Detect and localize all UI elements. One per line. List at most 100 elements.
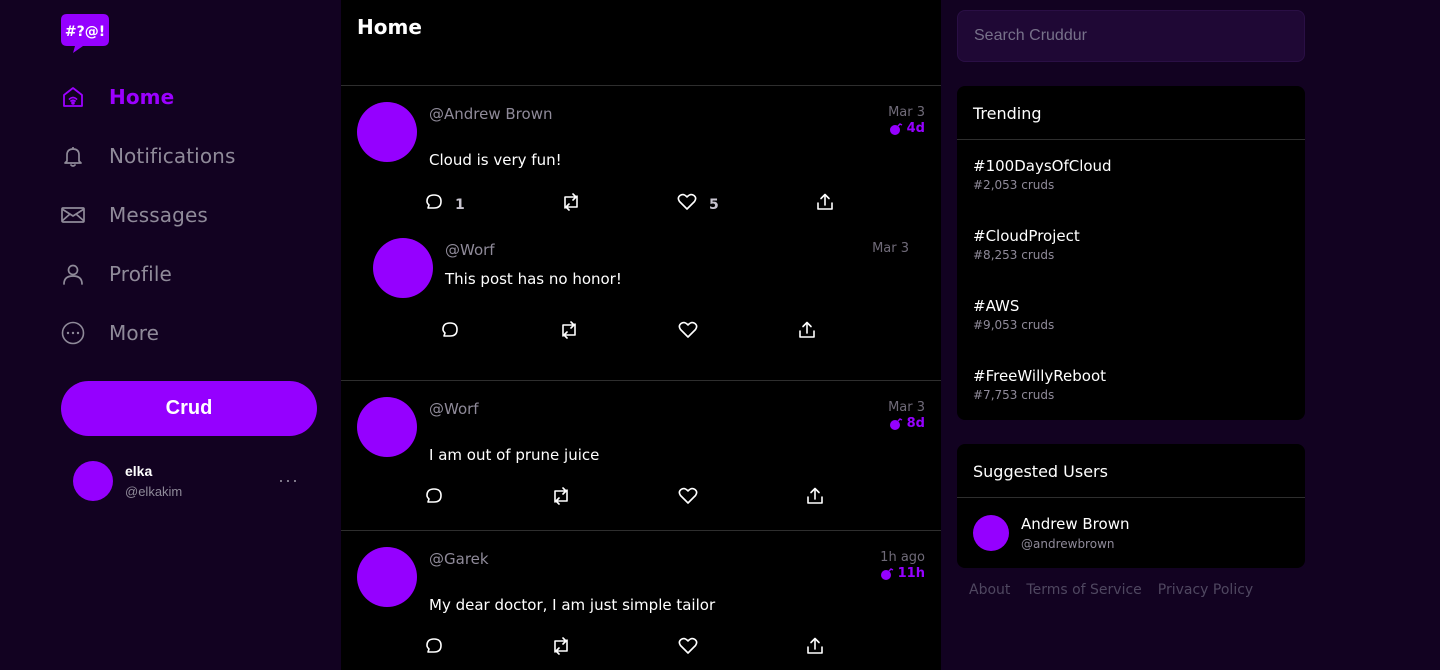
activity-handle[interactable]: @Garek [429,550,489,568]
cruddur-logo[interactable]: #?@! [61,12,109,54]
reply-button[interactable] [425,637,443,660]
activity-expires: 4d [889,121,925,136]
feed-header: Home [341,0,941,86]
repost-icon [559,321,579,344]
suggested-user-handle: @andrewbrown [1021,537,1115,551]
nav-more[interactable]: More [61,313,159,353]
current-user-handle: @elkakim [125,484,183,499]
suggested-users-title: Suggested Users [957,444,1305,498]
trending-count: #7,753 cruds [973,388,1055,402]
crud-button[interactable]: Crud [61,381,317,436]
suggested-user[interactable]: Andrew Brown @andrewbrown [957,498,1305,568]
current-user-name: elka [125,463,153,479]
heart-icon [678,487,698,510]
trending-count: #9,053 cruds [973,318,1055,332]
reply-avatar[interactable] [373,238,433,298]
more-circle-icon [61,321,85,345]
footer-link-terms[interactable]: Terms of Service [1026,582,1141,598]
profile-more-icon[interactable]: ··· [278,470,299,491]
suggested-users-box: Suggested Users Andrew Brown @andrewbrow… [957,444,1305,568]
reply-message: This post has no honor! [445,270,622,288]
share-button[interactable] [798,321,816,344]
footer-link-privacy[interactable]: Privacy Policy [1158,582,1253,598]
repost-button[interactable] [551,637,571,660]
footer: About Terms of Service Privacy Policy [969,582,1269,598]
share-button[interactable] [806,487,824,510]
like-count: 5 [709,196,719,213]
reply-button[interactable]: 1 [425,193,465,216]
reply-count: 1 [455,196,465,213]
footer-link-about[interactable]: About [969,582,1010,598]
like-button[interactable]: 5 [677,193,719,216]
mail-icon [61,203,85,227]
trending-item[interactable]: #100DaysOfCloud #2,053 cruds [957,140,1305,210]
activity-handle[interactable]: @Andrew Brown [429,105,552,123]
activity-avatar[interactable] [357,547,417,607]
nav-home-label: Home [109,85,175,109]
like-button[interactable] [678,637,698,660]
share-button[interactable] [816,193,834,216]
current-user-card[interactable]: elka @elkakim ··· [73,460,313,502]
trending-tag: #AWS [973,297,1020,315]
search-input[interactable] [957,10,1305,62]
reply-button[interactable] [425,487,443,510]
share-icon [816,193,834,216]
bomb-icon [889,122,903,136]
bomb-icon [889,417,903,431]
activity-actions: 1 5 [341,193,941,217]
reply-icon [441,321,459,344]
nav-notifications[interactable]: Notifications [61,136,235,176]
logo-text: #?@! [65,24,105,40]
like-button[interactable] [678,321,698,344]
activity-date: Mar 3 [888,105,925,120]
activity-avatar[interactable] [357,397,417,457]
like-button[interactable] [678,487,698,510]
repost-icon [561,193,581,216]
activity-expires: 8d [889,416,925,431]
trending-item[interactable]: #AWS #9,053 cruds [957,280,1305,350]
bomb-icon [880,567,894,581]
trending-tag: #100DaysOfCloud [973,157,1112,175]
activity-item[interactable]: @Andrew Brown Mar 3 4d Cloud is very fun… [341,86,941,381]
activity-message: I am out of prune juice [429,446,600,464]
nav-more-label: More [109,321,159,345]
heart-icon [677,193,697,216]
trending-tag: #FreeWillyReboot [973,367,1107,385]
trending-tag: #CloudProject [973,227,1080,245]
right-sidebar: Trending #100DaysOfCloud #2,053 cruds #C… [941,0,1440,670]
repost-icon [551,487,571,510]
reply-handle[interactable]: @Worf [445,241,495,259]
page-title: Home [357,15,422,39]
nav-notifications-label: Notifications [109,144,236,168]
repost-button[interactable] [551,487,571,510]
activity-message: My dear doctor, I am just simple tailor [429,596,716,614]
user-icon [61,262,85,286]
reply-icon [425,637,443,660]
trending-box: Trending #100DaysOfCloud #2,053 cruds #C… [957,86,1305,420]
nav-messages-label: Messages [109,203,208,227]
nav-profile[interactable]: Profile [61,254,172,294]
left-sidebar: #?@! Home Notifications Messages Profile… [0,0,341,670]
activity-date: Mar 3 [888,400,925,415]
trending-count: #2,053 cruds [973,178,1055,192]
share-icon [806,637,824,660]
share-button[interactable] [806,637,824,660]
reply-icon [425,487,443,510]
activity-actions [341,487,941,511]
nav-home[interactable]: Home [61,77,174,117]
heart-icon [678,321,698,344]
activity-message: Cloud is very fun! [429,151,562,169]
nav-profile-label: Profile [109,262,172,286]
activity-item[interactable]: @Worf Mar 3 8d I am out of prune juice [341,381,941,531]
repost-button[interactable] [559,321,579,344]
activity-expires: 11h [880,566,925,581]
reply-button[interactable] [441,321,459,344]
nav-messages[interactable]: Messages [61,195,208,235]
repost-button[interactable] [561,193,581,216]
trending-item[interactable]: #CloudProject #8,253 cruds [957,210,1305,280]
trending-item[interactable]: #FreeWillyReboot #7,753 cruds [957,350,1305,420]
activity-avatar[interactable] [357,102,417,162]
avatar [73,461,113,501]
activity-handle[interactable]: @Worf [429,400,479,418]
activity-item[interactable]: @Garek 1h ago 11h My dear doctor, I am j… [341,531,941,670]
